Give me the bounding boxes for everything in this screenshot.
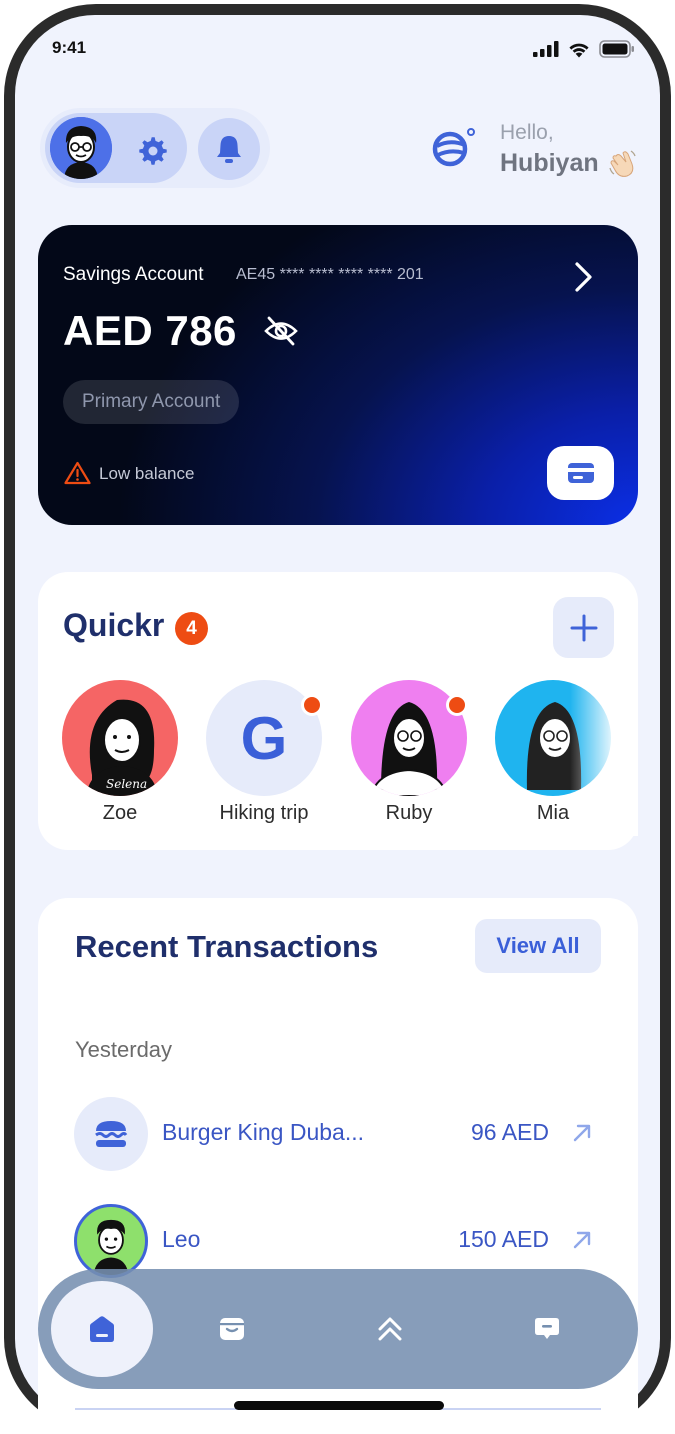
contact-name: Ruby [385,802,433,824]
signal-icon [533,41,559,57]
svg-text:Selena: Selena [106,777,147,791]
message-icon [535,1318,559,1339]
settings-button[interactable] [135,133,171,169]
low-balance-warning: Low balance [99,464,195,483]
contact-name: Hiking trip [219,802,309,824]
user-avatar[interactable] [50,117,112,179]
add-contact-button[interactable] [553,597,614,658]
brand-logo-icon [432,128,475,167]
contact-name: Zoe [102,802,138,824]
gear-icon [139,137,167,165]
inbox-icon [220,1318,244,1340]
notifications-button[interactable] [198,118,260,180]
plus-icon [570,614,597,641]
primary-account-badge: Primary Account [63,380,240,424]
home-indicator[interactable] [234,1401,444,1410]
account-type: Savings Account [63,264,204,285]
transaction-row[interactable]: Leo 150 AED [74,1204,604,1278]
unread-dot [446,694,468,716]
nav-home-button[interactable] [51,1281,153,1377]
battery-icon [599,40,634,58]
arrow-up-right-icon [573,1231,591,1249]
user-name: Hubiyan [500,149,599,177]
scroll-fade [570,676,638,836]
nav-messages-button[interactable] [529,1311,565,1347]
bell-icon [217,136,241,163]
quickr-title: Quickr [63,607,165,643]
credit-card-icon [567,463,594,483]
greeting-text: Hello, [500,121,554,144]
group-initial: G [240,704,288,772]
transaction-amount: 150 AED [458,1226,549,1252]
avatar: Selena [62,680,178,796]
eye-off-icon[interactable] [263,315,299,347]
status-icons [533,40,635,58]
status-time: 9:41 [52,38,87,57]
view-all-button[interactable]: View All [475,919,601,973]
merchant-avatar [74,1097,148,1171]
transaction-row[interactable]: Burger King Duba... 96 AED [74,1097,604,1171]
transactions-title: Recent Transactions [75,929,379,964]
warning-icon [64,461,91,485]
quickr-contact[interactable]: Selena Zoe [62,680,178,825]
quickr-count-badge: 4 [175,612,208,645]
home-icon [90,1316,114,1342]
avatar [74,1204,148,1278]
unread-dot [301,694,323,716]
burger-icon [95,1121,128,1147]
wifi-icon [569,43,589,57]
transaction-name: Leo [162,1226,201,1252]
chevrons-up-icon [378,1317,402,1341]
transaction-name: Burger King Duba... [162,1119,365,1145]
nav-inbox-button[interactable] [214,1311,250,1347]
chevron-right-icon[interactable] [568,260,598,294]
account-iban: AE45 **** **** **** **** 201 [236,266,424,283]
arrow-up-right-icon [573,1124,591,1142]
nav-transfer-button[interactable] [372,1311,408,1347]
transaction-amount: 96 AED [471,1119,549,1145]
account-balance: AED 786 [63,307,237,354]
transactions-date-label: Yesterday [75,1037,173,1062]
card-button[interactable] [547,446,614,500]
waving-hand-icon [609,150,636,177]
